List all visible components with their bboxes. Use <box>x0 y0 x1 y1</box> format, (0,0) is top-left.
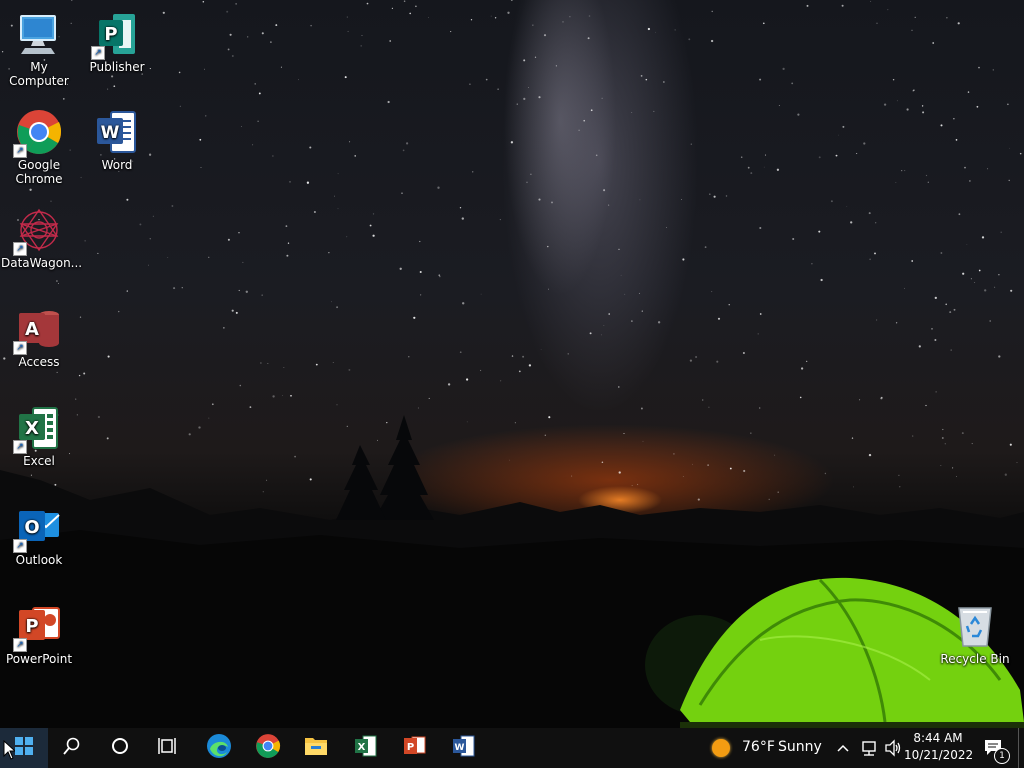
desktop-icon-google-chrome[interactable]: ↗ Google Chrome <box>1 108 77 186</box>
taskbar-powerpoint[interactable]: P <box>391 728 439 768</box>
network-icon <box>860 741 878 762</box>
shortcut-arrow-icon: ↗ <box>13 638 27 652</box>
svg-text:A: A <box>25 319 39 340</box>
file-explorer-icon <box>304 735 328 761</box>
icon-label: Recycle Bin <box>940 652 1010 666</box>
chrome-icon: ↗ <box>13 108 63 158</box>
clock[interactable]: 8:44 AM 10/21/2022 <box>904 730 974 766</box>
speaker-icon <box>884 739 902 762</box>
desktop-icon-my-computer[interactable]: My Computer <box>1 10 77 88</box>
search-icon <box>63 737 81 759</box>
icon-label: Outlook <box>15 553 63 567</box>
shortcut-arrow-icon: ↗ <box>91 46 105 60</box>
desktop-icon-access[interactable]: A ↗ Access <box>1 305 77 369</box>
shortcut-arrow-icon: ↗ <box>13 242 27 256</box>
shortcut-arrow-icon: ↗ <box>13 144 27 158</box>
network-button[interactable] <box>860 738 880 758</box>
clock-time: 8:44 AM <box>913 731 963 745</box>
taskbar-file-explorer[interactable] <box>292 728 340 768</box>
word-icon: W <box>452 734 476 762</box>
outlook-icon: O ↗ <box>13 503 63 553</box>
svg-text:P: P <box>407 742 414 753</box>
show-hidden-icons-button[interactable] <box>836 738 854 758</box>
desktop-wallpaper: My Computer P ↗ Publisher ↗ Google Chrom… <box>0 0 1024 728</box>
icon-label: Access <box>18 355 60 369</box>
svg-text:P: P <box>25 616 38 637</box>
volume-button[interactable] <box>884 738 904 758</box>
svg-text:P: P <box>104 24 117 45</box>
svg-text:X: X <box>25 418 39 439</box>
desktop-icon-datawagon[interactable]: ↗ DataWagon... <box>1 206 83 270</box>
taskbar-edge[interactable] <box>195 728 243 768</box>
task-view-button[interactable] <box>144 728 192 768</box>
desktop-icon-word[interactable]: W Word <box>79 108 155 172</box>
word-icon: W <box>93 108 141 156</box>
weather-temperature: 76°F <box>742 739 775 755</box>
notification-center-button[interactable]: 1 <box>978 728 1012 768</box>
icon-label: DataWagon... <box>1 256 83 270</box>
shortcut-arrow-icon: ↗ <box>13 539 27 553</box>
notification-count-badge: 1 <box>994 748 1010 764</box>
chrome-icon <box>255 733 281 763</box>
taskbar-excel[interactable]: X <box>342 728 390 768</box>
sun-icon <box>712 739 730 757</box>
desktop-icon-recycle-bin[interactable]: Recycle Bin <box>937 602 1013 666</box>
taskbar-chrome[interactable] <box>244 728 292 768</box>
desktop-icon-outlook[interactable]: O ↗ Outlook <box>1 503 77 567</box>
shortcut-arrow-icon: ↗ <box>13 341 27 355</box>
icon-label: PowerPoint <box>5 652 73 666</box>
chevron-up-icon <box>836 743 850 762</box>
recycle-bin-icon <box>951 602 999 650</box>
edge-icon <box>206 733 232 763</box>
svg-text:W: W <box>101 123 120 143</box>
powerpoint-icon: P <box>403 734 427 762</box>
icon-label: Word <box>101 158 133 172</box>
icon-label: Google Chrome <box>15 158 63 186</box>
svg-text:W: W <box>455 743 465 753</box>
taskbar: X P W 76°F Sunny 8:44 AM 10/21/2022 1 <box>0 728 1024 768</box>
search-button[interactable] <box>48 728 96 768</box>
desktop-icon-powerpoint[interactable]: P ↗ PowerPoint <box>1 602 77 666</box>
powerpoint-icon: P ↗ <box>13 602 63 652</box>
start-icon <box>15 737 33 759</box>
weather-widget[interactable]: 76°F Sunny <box>706 728 828 768</box>
excel-icon: X ↗ <box>13 404 63 454</box>
cortana-button[interactable] <box>96 728 144 768</box>
svg-text:X: X <box>358 742 366 753</box>
icon-label: My Computer <box>9 60 69 88</box>
shortcut-arrow-icon: ↗ <box>13 440 27 454</box>
clock-date: 10/21/2022 <box>904 748 974 762</box>
computer-icon <box>15 10 63 58</box>
publisher-icon: P ↗ <box>91 10 141 60</box>
desktop-icon-publisher[interactable]: P ↗ Publisher <box>79 10 155 74</box>
weather-condition: Sunny <box>778 739 822 755</box>
icon-label: Publisher <box>89 60 145 74</box>
desktop-icon-excel[interactable]: X ↗ Excel <box>1 404 77 468</box>
excel-icon: X <box>354 734 378 762</box>
svg-text:O: O <box>24 517 39 538</box>
mouse-cursor-icon <box>3 739 17 764</box>
cortana-icon <box>111 737 129 759</box>
show-desktop-button[interactable] <box>1018 728 1024 768</box>
task-view-icon <box>158 737 178 759</box>
taskbar-word[interactable]: W <box>440 728 488 768</box>
access-icon: A ↗ <box>13 305 63 355</box>
datawagon-icon: ↗ <box>13 206 63 256</box>
icon-label: Excel <box>23 454 55 468</box>
